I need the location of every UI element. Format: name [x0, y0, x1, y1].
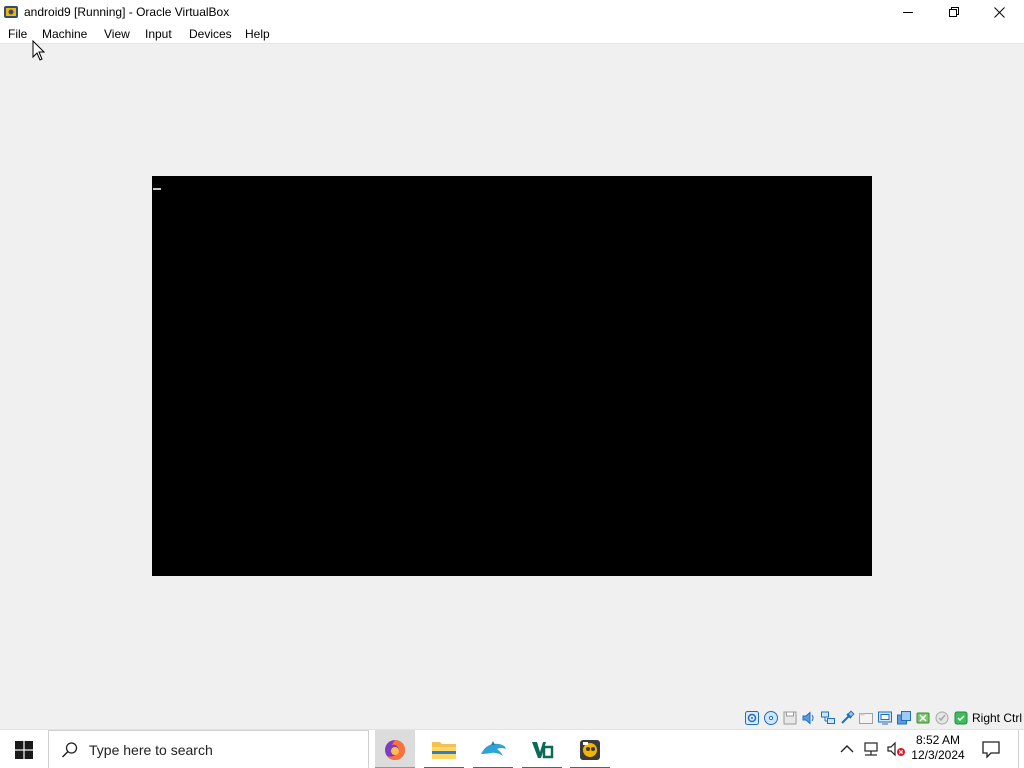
start-button[interactable]: [0, 730, 48, 768]
system-clock[interactable]: 8:52 AM 12/3/2024: [906, 733, 970, 763]
taskbar-app-file-explorer[interactable]: [424, 730, 464, 768]
taskbar-app-dolphin[interactable]: [473, 730, 513, 768]
taskbar: Type here to search 8:52 AM 12/3/2024: [0, 729, 1024, 768]
restore-icon: [949, 7, 959, 17]
optical-drive-icon[interactable]: [763, 710, 779, 726]
menu-machine[interactable]: Machine: [42, 27, 87, 41]
search-placeholder: Type here to search: [89, 742, 213, 758]
hard-disk-icon[interactable]: [744, 710, 760, 726]
restore-button[interactable]: [931, 0, 977, 24]
close-icon: [993, 6, 1005, 18]
cpu-icon[interactable]: [953, 710, 969, 726]
windows-logo-icon: [15, 740, 33, 759]
usb-icon[interactable]: [839, 710, 855, 726]
console-cursor: [153, 188, 161, 190]
virtualbox-icon: [580, 739, 600, 760]
notification-icon[interactable]: [980, 739, 1002, 759]
status-bar: Right Ctrl: [0, 707, 1024, 729]
search-box[interactable]: Type here to search: [48, 730, 369, 768]
display-icon[interactable]: [877, 710, 893, 726]
minimize-icon: [903, 12, 913, 13]
show-desktop-button[interactable]: [1018, 730, 1019, 768]
minimize-button[interactable]: [885, 0, 931, 24]
close-button[interactable]: [976, 0, 1022, 24]
chevron-up-icon[interactable]: [838, 740, 856, 758]
recording-icon[interactable]: [915, 710, 931, 726]
status-icons: [744, 710, 969, 726]
clock-time: 8:52 AM: [915, 733, 961, 747]
menu-view[interactable]: View: [104, 27, 130, 41]
clock-date: 12/3/2024: [911, 748, 965, 762]
title-bar: android9 [Running] - Oracle VirtualBox: [0, 0, 1024, 24]
audio-icon[interactable]: [801, 710, 817, 726]
host-key-label[interactable]: Right Ctrl: [972, 711, 1022, 725]
network-icon[interactable]: [820, 710, 836, 726]
video-capture-icon[interactable]: [896, 710, 912, 726]
menu-help[interactable]: Help: [245, 27, 270, 41]
menu-devices[interactable]: Devices: [189, 27, 232, 41]
shared-folders-icon[interactable]: [858, 710, 874, 726]
menu-input[interactable]: Input: [145, 27, 172, 41]
network-tray-icon[interactable]: [862, 740, 880, 758]
visual-studio-code-icon: [532, 741, 554, 758]
volume-muted-icon[interactable]: [886, 740, 906, 758]
file-explorer-icon: [432, 741, 456, 759]
floppy-icon[interactable]: [782, 710, 798, 726]
guest-additions-icon[interactable]: [934, 710, 950, 726]
taskbar-app-firefox[interactable]: [375, 730, 415, 768]
firefox-icon: [385, 739, 405, 760]
menu-file[interactable]: File: [8, 27, 27, 41]
dolphin-icon: [481, 740, 506, 756]
window-title: android9 [Running] - Oracle VirtualBox: [24, 5, 230, 19]
menu-bar: File Machine View Input Devices Help: [0, 24, 1024, 44]
virtualbox-icon[interactable]: [3, 4, 19, 20]
vm-screen[interactable]: [152, 176, 872, 576]
search-icon: [61, 742, 78, 758]
mouse-pointer-icon: [32, 40, 46, 61]
taskbar-app-virtualbox[interactable]: [570, 730, 610, 768]
taskbar-app-vs[interactable]: [522, 730, 562, 768]
